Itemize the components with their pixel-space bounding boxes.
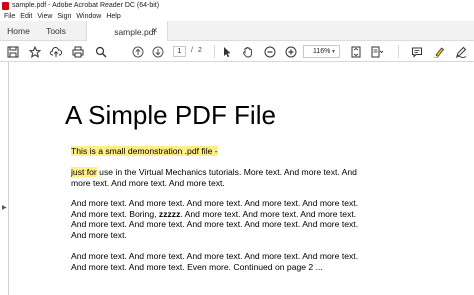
menu-file[interactable]: File: [4, 13, 15, 20]
save-icon[interactable]: [5, 44, 21, 59]
menu-view[interactable]: View: [37, 13, 52, 20]
select-cursor-icon[interactable]: [219, 44, 235, 59]
tab-bar: Home Tools sample.pdf ✕: [0, 21, 474, 42]
print-icon[interactable]: [70, 44, 86, 59]
toolbar-divider: [214, 45, 215, 58]
bookmark-star-icon[interactable]: [27, 44, 43, 59]
previous-page-icon[interactable]: [130, 44, 146, 59]
close-tab-icon[interactable]: ✕: [151, 26, 158, 35]
pdf-heading: A Simple PDF File: [65, 100, 276, 130]
highlighter-icon[interactable]: [431, 44, 447, 59]
scroll-mode-icon[interactable]: [369, 44, 385, 59]
draw-pen-icon[interactable]: [453, 44, 469, 59]
menu-help[interactable]: Help: [106, 13, 120, 20]
page-separator: /: [191, 47, 193, 54]
page-total: 2: [198, 47, 202, 54]
comment-icon[interactable]: [409, 44, 425, 59]
pdf-paragraph-3: And more text. And more text. And more t…: [71, 198, 371, 240]
next-page-icon[interactable]: [150, 44, 166, 59]
zoom-in-icon[interactable]: [283, 44, 299, 59]
tab-document[interactable]: sample.pdf ✕: [86, 21, 168, 42]
pdf-paragraph-2: just for use in the Virtual Mechanics tu…: [71, 167, 371, 188]
zoom-level-select[interactable]: 116% ▼: [303, 45, 340, 58]
highlighted-text: just for: [71, 167, 97, 177]
tab-home[interactable]: Home: [0, 21, 37, 41]
menu-window[interactable]: Window: [76, 13, 101, 20]
zoom-level-value: 116%: [313, 48, 331, 55]
paragraph-text: use in the Virtual Mechanics tutorials. …: [71, 167, 357, 188]
title-bar: sample.pdf - Adobe Acrobat Reader DC (64…: [0, 0, 474, 11]
hand-tool-icon[interactable]: [240, 44, 256, 59]
menu-sign[interactable]: Sign: [57, 13, 71, 20]
chevron-down-icon: ▼: [331, 49, 336, 55]
search-icon[interactable]: [93, 44, 109, 59]
toolbar-divider: [398, 45, 399, 58]
upload-cloud-icon[interactable]: [48, 44, 64, 59]
window-title: sample.pdf - Adobe Acrobat Reader DC (64…: [12, 2, 160, 9]
expand-pane-arrow-icon[interactable]: ▶: [2, 204, 7, 211]
tab-document-label: sample.pdf: [114, 26, 156, 37]
menu-edit[interactable]: Edit: [20, 13, 32, 20]
highlighted-text: This is a small demonstration .pdf file …: [71, 146, 218, 156]
fit-page-icon[interactable]: [348, 44, 364, 59]
zoom-out-icon[interactable]: [262, 44, 278, 59]
pdf-paragraph-1: This is a small demonstration .pdf file …: [71, 146, 371, 157]
pdf-paragraph-4: And more text. And more text. And more t…: [71, 251, 359, 272]
page-number-input[interactable]: 1: [173, 46, 186, 57]
tab-tools[interactable]: Tools: [37, 21, 75, 41]
toolbar: 1 / 2 116% ▼: [0, 41, 474, 62]
acrobat-app-icon: [2, 1, 9, 10]
menu-bar: File Edit View Sign Window Help: [0, 11, 474, 21]
bold-text: zzzzz: [158, 208, 181, 219]
left-pane-collapsed[interactable]: ▶: [0, 62, 9, 295]
document-view[interactable]: A Simple PDF File This is a small demons…: [9, 62, 474, 295]
